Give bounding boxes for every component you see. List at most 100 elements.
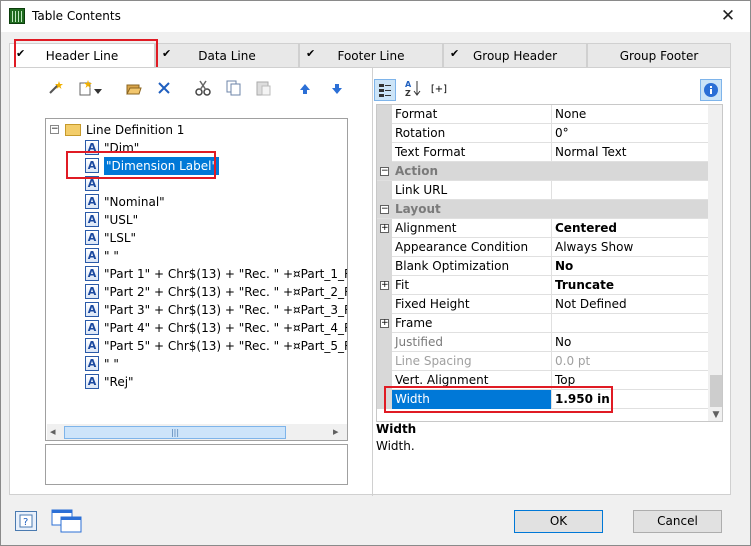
tab-group-header[interactable]: ✔ Group Header	[443, 43, 587, 67]
sort-az-icon[interactable]: AZ	[402, 79, 424, 101]
windows-icon[interactable]	[50, 508, 84, 534]
tree-item-label: "Part 5" + Chr$(13) + "Rec. " +¤Part_5_R…	[104, 339, 347, 353]
help-icon[interactable]: ?	[15, 511, 37, 531]
property-row-format[interactable]: Format None	[377, 105, 708, 124]
tree-item-label: "USL"	[104, 213, 139, 227]
category-action[interactable]: − Action	[377, 162, 708, 181]
text-field-icon: A	[85, 320, 99, 335]
expand-row-icon[interactable]: +	[380, 224, 389, 233]
tab-footer-line[interactable]: ✔ Footer Line	[299, 43, 443, 67]
property-row-frame[interactable]: + Frame	[377, 314, 708, 333]
collapse-icon[interactable]: −	[380, 167, 389, 176]
ok-button[interactable]: OK	[514, 510, 603, 533]
scroll-right-icon[interactable]: ▸	[333, 425, 339, 438]
tree-item[interactable]: A "Part 2" + Chr$(13) + "Rec. " +¤Part_2_…	[46, 283, 347, 301]
property-grid[interactable]: Format None Rotation 0° Text Format Normal …	[376, 104, 723, 422]
text-field-icon: A	[85, 284, 99, 299]
scroll-down-icon[interactable]: ▼	[708, 407, 722, 421]
text-field-icon: A	[85, 212, 99, 227]
width-row-highlight-box	[384, 386, 613, 413]
pane-divider[interactable]	[372, 68, 373, 496]
tree-item[interactable]: A "Part 4" + Chr$(13) + "Rec. " +¤Part_4_…	[46, 319, 347, 337]
property-row-justified[interactable]: Justified No	[377, 333, 708, 352]
tree-item[interactable]: A "LSL"	[46, 229, 346, 247]
tree-item-label: "Rej"	[104, 375, 134, 389]
property-row-link-url[interactable]: Link URL	[377, 181, 708, 200]
expand-icon[interactable]: [+]	[426, 79, 452, 101]
dropdown-arrow-icon[interactable]	[92, 80, 104, 102]
text-field-icon: A	[85, 374, 99, 389]
property-row-fit[interactable]: + Fit Truncate	[377, 276, 708, 295]
text-field-icon: A	[85, 356, 99, 371]
check-icon: ✔	[306, 47, 316, 60]
svg-text:A: A	[405, 80, 412, 89]
tree-item-label: "Part 1" + Chr$(13) + "Rec. " +¤Part_1_R…	[104, 267, 347, 281]
tree-item[interactable]: A " "	[46, 247, 346, 265]
expand-row-icon[interactable]: +	[380, 281, 389, 290]
svg-text:?: ?	[23, 517, 28, 528]
text-field-icon: A	[85, 230, 99, 245]
tree-item[interactable]: A "USL"	[46, 211, 346, 229]
collapse-icon[interactable]: −	[380, 205, 389, 214]
tree-item[interactable]: A "Rej"	[46, 373, 346, 391]
move-down-icon[interactable]	[326, 80, 348, 102]
property-row-line-spacing[interactable]: Line Spacing 0.0 pt	[377, 352, 708, 371]
tree-item[interactable]: A "Part 1" + Chr$(13) + "Rec. " +¤Part_1_…	[46, 265, 347, 283]
text-field-icon: A	[85, 248, 99, 263]
property-row-fixed-height[interactable]: Fixed Height Not Defined	[377, 295, 708, 314]
scroll-thumb[interactable]: |||	[64, 426, 286, 439]
scroll-grip: |||	[170, 428, 180, 437]
cut-icon[interactable]	[192, 80, 214, 102]
scroll-left-icon[interactable]: ◂	[50, 425, 56, 438]
tree-item[interactable]: A "Nominal"	[46, 193, 346, 211]
property-row-alignment[interactable]: + Alignment Centered	[377, 219, 708, 238]
text-field-icon: A	[85, 266, 99, 281]
paste-icon[interactable]	[252, 80, 274, 102]
wand-icon[interactable]	[44, 80, 66, 102]
close-icon[interactable]: ✕	[713, 3, 743, 29]
check-icon: ✔	[450, 47, 460, 60]
categorized-icon[interactable]	[374, 79, 396, 101]
tree-item[interactable]: A "Part 3" + Chr$(13) + "Rec. " +¤Part_3_…	[46, 301, 347, 319]
property-row-rotation[interactable]: Rotation 0°	[377, 124, 708, 143]
property-row-blank-optimization[interactable]: Blank Optimization No	[377, 257, 708, 276]
tab-label: Footer Line	[337, 49, 405, 63]
text-field-icon: A	[85, 194, 99, 209]
move-up-icon[interactable]	[294, 80, 316, 102]
text-field-icon: A	[85, 338, 99, 353]
category-layout[interactable]: − Layout	[377, 200, 708, 219]
property-row-appearance-condition[interactable]: Appearance Condition Always Show	[377, 238, 708, 257]
check-icon: ✔	[162, 47, 172, 60]
text-field-icon: A	[85, 302, 99, 317]
svg-text:Z: Z	[405, 89, 411, 97]
description-box	[45, 444, 348, 485]
expand-row-icon[interactable]: +	[380, 319, 389, 328]
cancel-button[interactable]: Cancel	[633, 510, 722, 533]
copy-icon[interactable]	[222, 80, 244, 102]
tree-item-label: "LSL"	[104, 231, 137, 245]
tree-item-highlight-box	[66, 151, 216, 179]
open-icon[interactable]	[123, 80, 145, 102]
tab-data-line[interactable]: ✔ Data Line	[155, 43, 299, 67]
tree-item[interactable]: A "Part 5" + Chr$(13) + "Rec. " +¤Part_5_…	[46, 337, 347, 355]
tree-root-node[interactable]: − Line Definition 1	[46, 121, 346, 139]
tab-label: Group Header	[472, 49, 558, 63]
tree-root-label: Line Definition 1	[86, 123, 185, 137]
info-icon[interactable]	[700, 79, 722, 101]
tree-item-label: "Part 2" + Chr$(13) + "Rec. " +¤Part_2_R…	[104, 285, 347, 299]
collapse-icon[interactable]: −	[50, 125, 59, 134]
tree-item-label: "Part 3" + Chr$(13) + "Rec. " +¤Part_3_R…	[104, 303, 347, 317]
delete-icon[interactable]	[153, 80, 175, 102]
property-grid-scrollbar[interactable]: ▼	[708, 105, 722, 421]
tree-item-label: "Nominal"	[104, 195, 165, 209]
tab-label: Group Footer	[619, 49, 699, 63]
scroll-thumb[interactable]	[710, 375, 722, 407]
tree-item-label: " "	[104, 249, 119, 263]
tab-highlight-box	[14, 39, 158, 69]
tree-horizontal-scrollbar[interactable]: ◂ ||| ▸	[47, 424, 347, 440]
tree-item-label: " "	[104, 357, 119, 371]
tree-item[interactable]: A " "	[46, 355, 346, 373]
tab-label: Data Line	[198, 49, 256, 63]
property-row-text-format[interactable]: Text Format Normal Text	[377, 143, 708, 162]
tab-group-footer[interactable]: Group Footer	[587, 43, 731, 67]
